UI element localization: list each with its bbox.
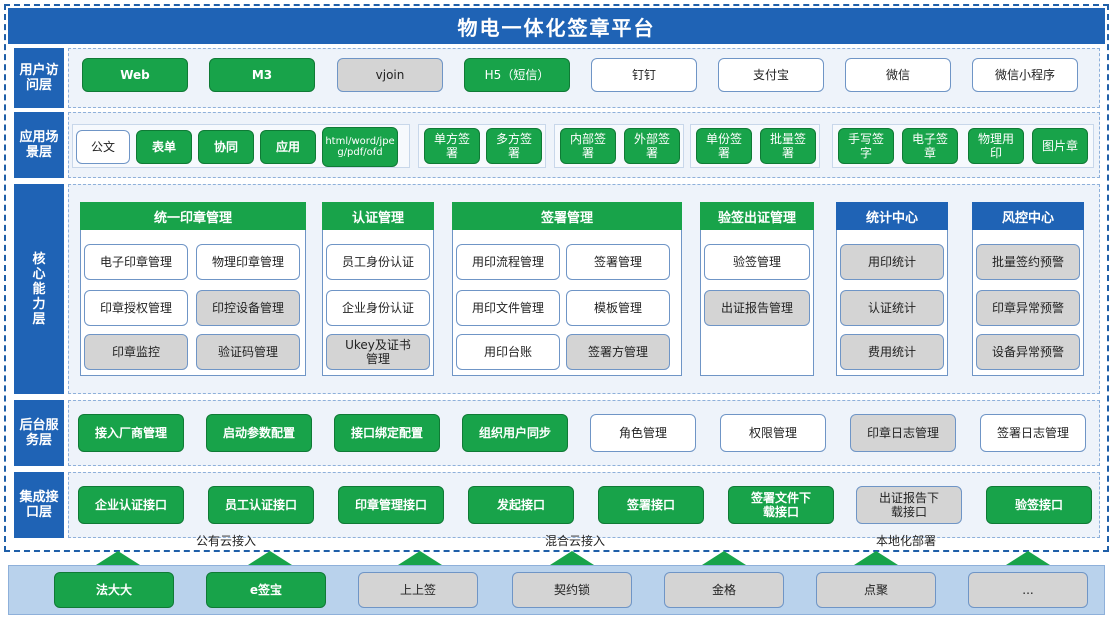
vendor-esign[interactable]: e签宝 bbox=[206, 572, 326, 608]
layer-label-access: 用户访问层 bbox=[14, 48, 64, 108]
backend-sign-log[interactable]: 签署日志管理 bbox=[980, 414, 1086, 452]
seal-physical-mgmt[interactable]: 物理印章管理 bbox=[196, 244, 300, 280]
up-arrow-icon bbox=[854, 551, 898, 565]
vendor-fadada[interactable]: 法大大 bbox=[54, 572, 174, 608]
backend-org-sync[interactable]: 组织用户同步 bbox=[462, 414, 568, 452]
backend-role-mgmt[interactable]: 角色管理 bbox=[590, 414, 696, 452]
sign-party-mgmt[interactable]: 签署方管理 bbox=[566, 334, 670, 370]
scene-single-party[interactable]: 单方签署 bbox=[424, 128, 480, 164]
sign-flow-mgmt[interactable]: 用印流程管理 bbox=[456, 244, 560, 280]
vendor-dianju[interactable]: 点聚 bbox=[816, 572, 936, 608]
up-arrow-icon bbox=[550, 551, 594, 565]
seal-authz-mgmt[interactable]: 印章授权管理 bbox=[84, 290, 188, 326]
access-dingtalk[interactable]: 钉钉 bbox=[591, 58, 697, 92]
vendor-qiyuesuo[interactable]: 契约锁 bbox=[512, 572, 632, 608]
group-verify-mgmt-title: 验签出证管理 bbox=[700, 202, 814, 230]
seal-monitor[interactable]: 印章监控 bbox=[84, 334, 188, 370]
backend-api-binding[interactable]: 接口绑定配置 bbox=[334, 414, 440, 452]
stats-auth[interactable]: 认证统计 bbox=[840, 290, 944, 326]
access-vjoin[interactable]: vjoin bbox=[337, 58, 443, 92]
access-wechat-miniapp[interactable]: 微信小程序 bbox=[972, 58, 1078, 92]
up-arrow-icon bbox=[702, 551, 746, 565]
backend-vendor-mgmt[interactable]: 接入厂商管理 bbox=[78, 414, 184, 452]
risk-seal-warning[interactable]: 印章异常预警 bbox=[976, 290, 1080, 326]
group-auth-mgmt-title: 认证管理 bbox=[322, 202, 434, 230]
seal-e-mgmt[interactable]: 电子印章管理 bbox=[84, 244, 188, 280]
access-m3[interactable]: M3 bbox=[209, 58, 315, 92]
up-arrow-icon bbox=[398, 551, 442, 565]
vendor-bestsign[interactable]: 上上签 bbox=[358, 572, 478, 608]
api-verify[interactable]: 验签接口 bbox=[986, 486, 1092, 524]
page-title: 物电一体化签章平台 bbox=[8, 8, 1105, 44]
group-sign-mgmt-title: 签署管理 bbox=[452, 202, 682, 230]
layer-label-backend: 后台服务层 bbox=[14, 400, 64, 466]
risk-batch-warning[interactable]: 批量签约预警 bbox=[976, 244, 1080, 280]
sign-file-mgmt[interactable]: 用印文件管理 bbox=[456, 290, 560, 326]
scene-official-doc[interactable]: 公文 bbox=[76, 130, 130, 164]
risk-device-warning[interactable]: 设备异常预警 bbox=[976, 334, 1080, 370]
api-sign[interactable]: 签署接口 bbox=[598, 486, 704, 524]
scene-collab[interactable]: 协同 bbox=[198, 130, 254, 164]
sign-mgmt[interactable]: 签署管理 bbox=[566, 244, 670, 280]
cloud-label-hybrid: 混合云接入 bbox=[545, 534, 606, 548]
backend-seal-log[interactable]: 印章日志管理 bbox=[850, 414, 956, 452]
group-risk-title: 风控中心 bbox=[972, 202, 1084, 230]
api-sign-file-download[interactable]: 签署文件下载接口 bbox=[728, 486, 834, 524]
layer-label-integration: 集成接口层 bbox=[14, 472, 64, 538]
api-enterprise-auth[interactable]: 企业认证接口 bbox=[78, 486, 184, 524]
scene-app[interactable]: 应用 bbox=[260, 130, 316, 164]
backend-permission-mgmt[interactable]: 权限管理 bbox=[720, 414, 826, 452]
vendor-more[interactable]: ... bbox=[968, 572, 1088, 608]
cloud-label-onprem: 本地化部署 bbox=[876, 534, 937, 548]
verify-report-mgmt[interactable]: 出证报告管理 bbox=[704, 290, 810, 326]
up-arrow-icon bbox=[248, 551, 292, 565]
sign-ledger[interactable]: 用印台账 bbox=[456, 334, 560, 370]
api-seal-mgmt[interactable]: 印章管理接口 bbox=[338, 486, 444, 524]
cloud-label-public: 公有云接入 bbox=[196, 534, 257, 548]
api-initiate[interactable]: 发起接口 bbox=[468, 486, 574, 524]
up-arrow-icon bbox=[96, 551, 140, 565]
access-wechat[interactable]: 微信 bbox=[845, 58, 951, 92]
layer-label-core: 核心能力层 bbox=[14, 184, 64, 394]
vendor-kinggrid[interactable]: 金格 bbox=[664, 572, 784, 608]
access-h5[interactable]: H5（短信） bbox=[464, 58, 570, 92]
scene-physical-seal[interactable]: 物理用印 bbox=[968, 128, 1024, 164]
scene-image-seal[interactable]: 图片章 bbox=[1032, 128, 1088, 164]
scene-handwrite[interactable]: 手写签字 bbox=[838, 128, 894, 164]
auth-ukey-cert[interactable]: Ukey及证书管理 bbox=[326, 334, 430, 370]
api-report-download[interactable]: 出证报告下载接口 bbox=[856, 486, 962, 524]
verify-mgmt[interactable]: 验签管理 bbox=[704, 244, 810, 280]
scene-internal[interactable]: 内部签署 bbox=[560, 128, 616, 164]
scene-multi-party[interactable]: 多方签署 bbox=[486, 128, 542, 164]
group-stats-title: 统计中心 bbox=[836, 202, 948, 230]
auth-enterprise[interactable]: 企业身份认证 bbox=[326, 290, 430, 326]
scene-e-seal[interactable]: 电子签章 bbox=[902, 128, 958, 164]
access-web[interactable]: Web bbox=[82, 58, 188, 92]
auth-employee[interactable]: 员工身份认证 bbox=[326, 244, 430, 280]
api-employee-auth[interactable]: 员工认证接口 bbox=[208, 486, 314, 524]
seal-device-mgmt[interactable]: 印控设备管理 bbox=[196, 290, 300, 326]
layer-label-scene: 应用场景层 bbox=[14, 112, 64, 178]
scene-single-copy[interactable]: 单份签署 bbox=[696, 128, 752, 164]
scene-file-formats[interactable]: html/word/jpeg/pdf/ofd bbox=[322, 127, 398, 167]
scene-batch[interactable]: 批量签署 bbox=[760, 128, 816, 164]
stats-seal-usage[interactable]: 用印统计 bbox=[840, 244, 944, 280]
scene-form[interactable]: 表单 bbox=[136, 130, 192, 164]
group-seal-mgmt-title: 统一印章管理 bbox=[80, 202, 306, 230]
access-alipay[interactable]: 支付宝 bbox=[718, 58, 824, 92]
seal-vcode-mgmt[interactable]: 验证码管理 bbox=[196, 334, 300, 370]
scene-external[interactable]: 外部签署 bbox=[624, 128, 680, 164]
up-arrow-icon bbox=[1006, 551, 1050, 565]
sign-template-mgmt[interactable]: 模板管理 bbox=[566, 290, 670, 326]
backend-param-config[interactable]: 启动参数配置 bbox=[206, 414, 312, 452]
stats-cost[interactable]: 费用统计 bbox=[840, 334, 944, 370]
